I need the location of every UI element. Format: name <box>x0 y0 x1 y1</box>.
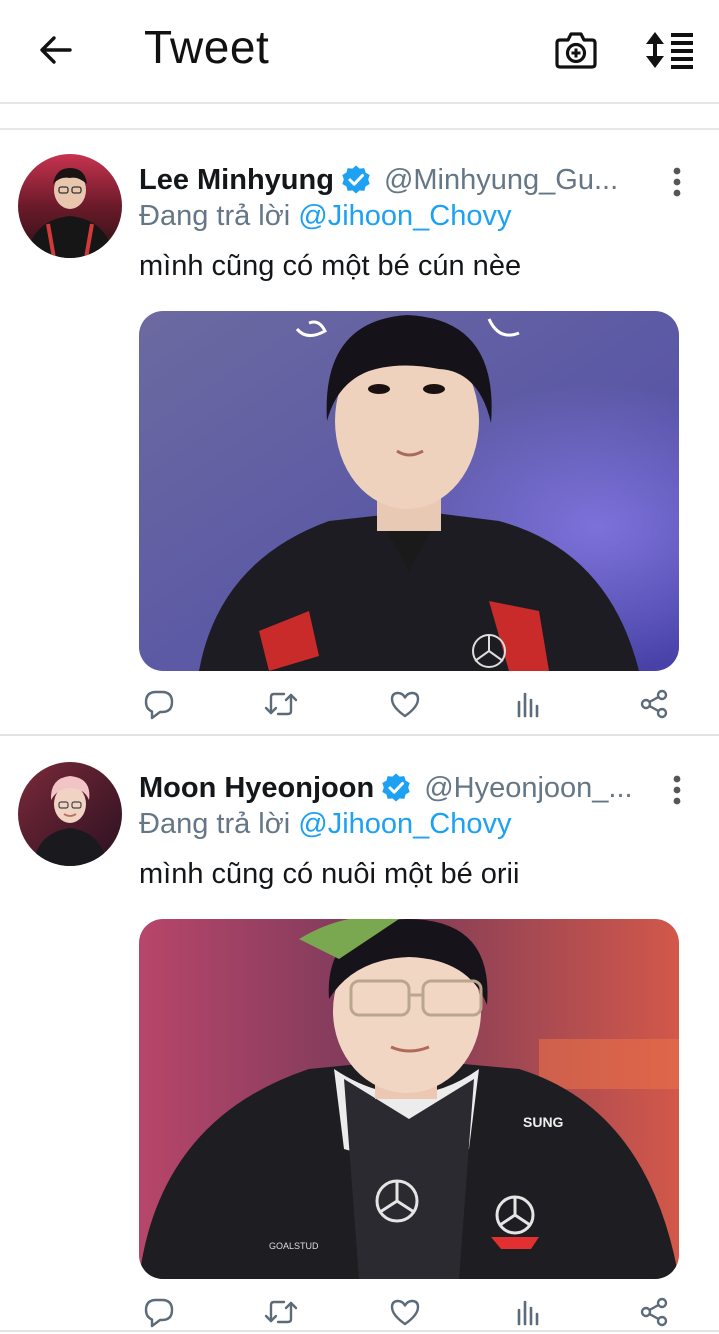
camera-button[interactable] <box>548 22 604 78</box>
divider <box>0 1330 719 1332</box>
reply-button[interactable] <box>137 682 181 726</box>
author-row: Moon Hyeonjoon @Hyeonjoon_... <box>139 768 659 808</box>
tweet-photo[interactable]: GOALSTUD SUNG <box>139 919 679 1279</box>
like-icon <box>390 1299 420 1326</box>
user-handle[interactable]: @Minhyung_Gu... <box>384 164 618 197</box>
reply-icon <box>144 690 174 720</box>
stats-button[interactable] <box>507 1290 551 1334</box>
arrow-left-icon <box>40 36 72 64</box>
sort-list-icon <box>646 32 693 69</box>
share-button[interactable] <box>632 682 676 726</box>
share-icon <box>640 689 668 719</box>
tweet-actions <box>139 1290 679 1334</box>
more-vertical-icon <box>673 775 681 805</box>
tweet[interactable]: Lee Minhyung @Minhyung_Gu... Đang trả lờ… <box>0 130 719 736</box>
stats-button[interactable] <box>507 682 551 726</box>
author-row: Lee Minhyung @Minhyung_Gu... <box>139 160 659 200</box>
retweet-icon <box>264 692 298 716</box>
divider <box>0 734 719 736</box>
tweet-thread-screen: Tweet Lee Minhyung @Minhyung_Gu... Đang … <box>0 0 719 1334</box>
retweet-icon <box>264 1300 298 1324</box>
svg-text:SUNG: SUNG <box>523 1114 564 1130</box>
verified-badge-icon <box>340 164 372 196</box>
display-name[interactable]: Moon Hyeonjoon <box>139 772 374 805</box>
top-app-bar: Tweet <box>0 0 719 104</box>
tweet-text: mình cũng có một bé cún nèe <box>139 250 522 282</box>
tweet-actions <box>139 682 679 726</box>
avatar[interactable] <box>18 762 122 866</box>
more-vertical-icon <box>673 167 681 197</box>
replying-to: Đang trả lời @Jihoon_Chovy <box>139 808 511 841</box>
retweet-button[interactable] <box>259 1290 303 1334</box>
like-button[interactable] <box>383 682 427 726</box>
page-title: Tweet <box>144 21 270 73</box>
reply-mention-link[interactable]: @Jihoon_Chovy <box>298 808 511 840</box>
like-icon <box>390 691 420 718</box>
tweet-text: mình cũng có nuôi một bé orii <box>139 858 520 890</box>
more-options-button[interactable] <box>660 162 694 202</box>
avatar[interactable] <box>18 154 122 258</box>
more-options-button[interactable] <box>660 770 694 810</box>
svg-text:GOALSTUD: GOALSTUD <box>269 1241 319 1251</box>
reply-prefix: Đang trả lời <box>139 808 299 840</box>
tweet[interactable]: Moon Hyeonjoon @Hyeonjoon_... Đang trả l… <box>0 738 719 1334</box>
reply-mention-link[interactable]: @Jihoon_Chovy <box>298 200 511 232</box>
camera-plus-icon <box>555 32 597 69</box>
retweet-button[interactable] <box>259 682 303 726</box>
display-name[interactable]: Lee Minhyung <box>139 164 334 197</box>
share-icon <box>640 1297 668 1327</box>
stats-icon <box>517 1300 539 1326</box>
sort-button[interactable] <box>640 22 700 78</box>
verified-badge-icon <box>380 772 412 804</box>
reply-icon <box>144 1298 174 1328</box>
user-handle[interactable]: @Hyeonjoon_... <box>424 772 632 805</box>
stats-icon <box>517 692 539 718</box>
replying-to: Đang trả lời @Jihoon_Chovy <box>139 200 511 233</box>
share-button[interactable] <box>632 1290 676 1334</box>
like-button[interactable] <box>383 1290 427 1334</box>
reply-prefix: Đang trả lời <box>139 200 299 232</box>
back-button[interactable] <box>28 22 84 78</box>
reply-button[interactable] <box>137 1290 181 1334</box>
tweet-photo[interactable] <box>139 311 679 671</box>
